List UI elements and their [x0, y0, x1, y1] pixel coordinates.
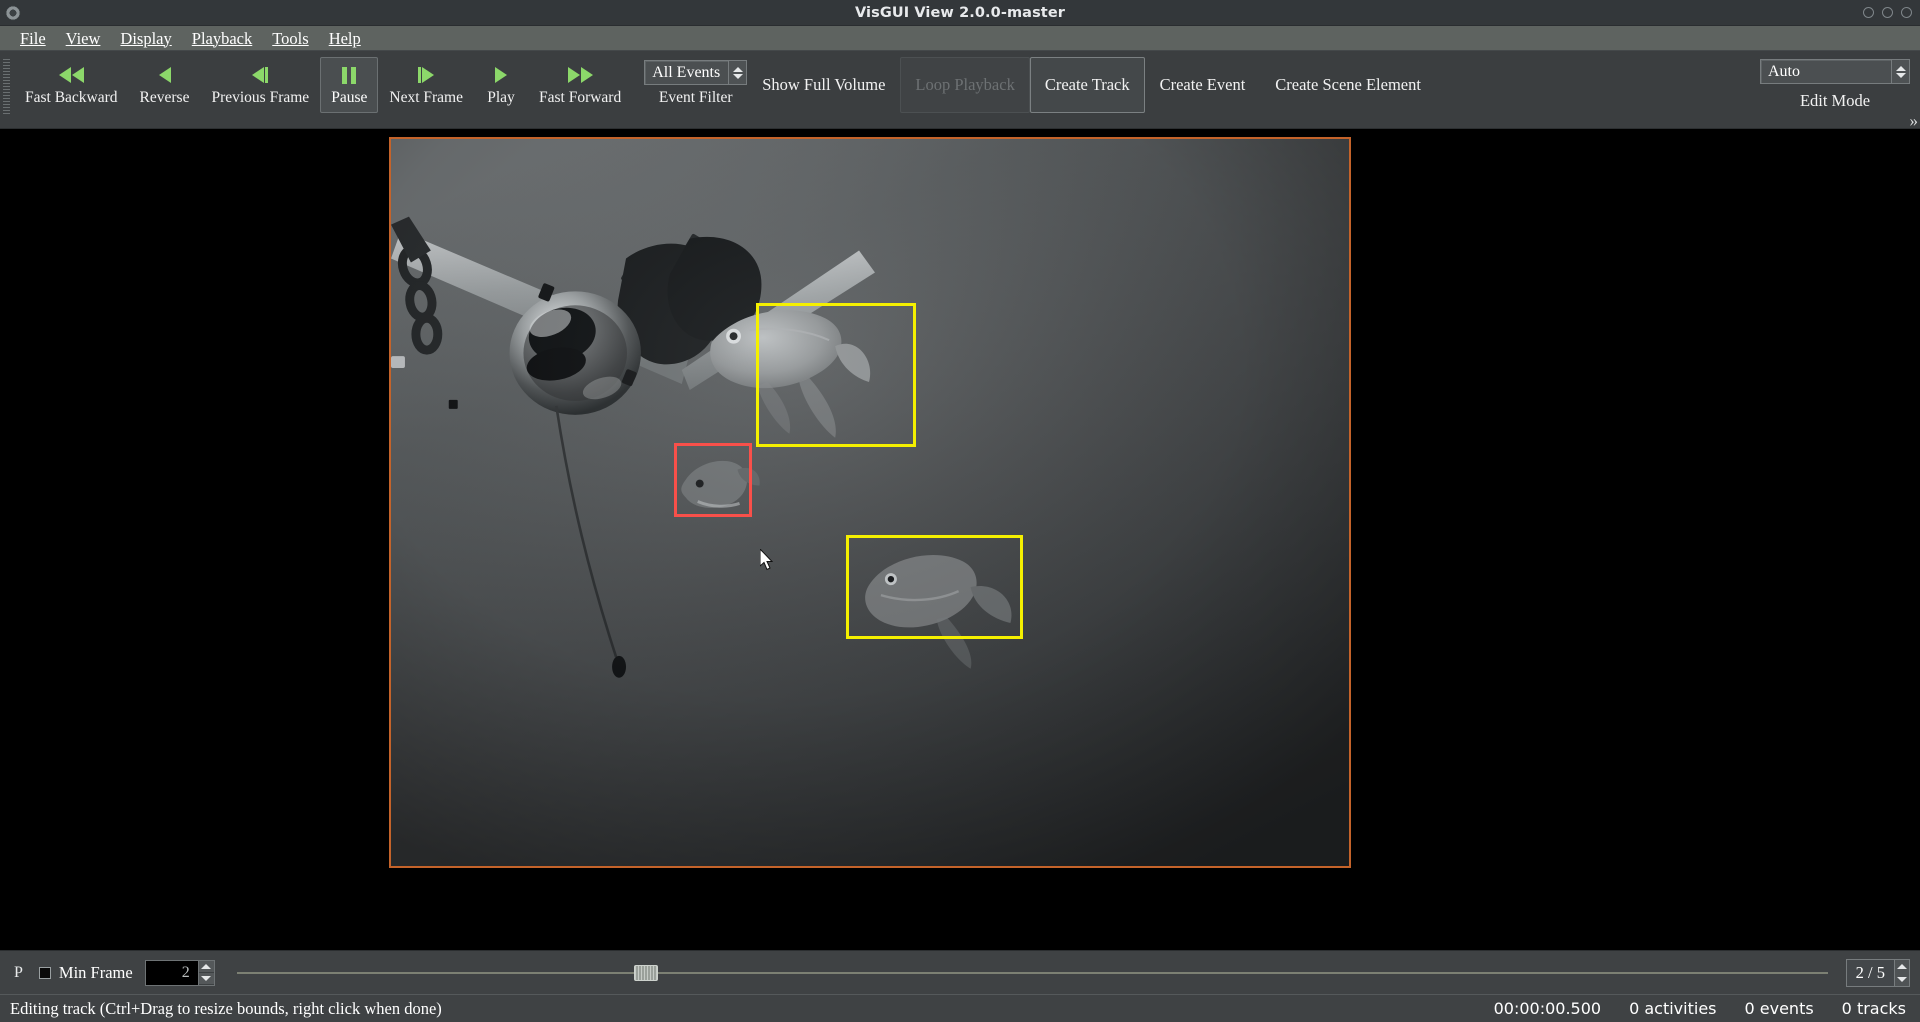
min-frame-checkbox[interactable] — [38, 966, 51, 979]
maximize-button[interactable] — [1882, 7, 1893, 18]
window-title: VisGUI View 2.0.0-master — [854, 4, 1066, 21]
reverse-label: Reverse — [139, 89, 190, 106]
frame-counter-spinbox[interactable]: 2 / 5 — [1845, 958, 1910, 987]
main-toolbar: Fast Backward Reverse Previous Frame Pau… — [0, 51, 1920, 131]
show-full-volume-button[interactable]: Show Full Volume — [747, 57, 900, 113]
mouse-cursor — [760, 549, 774, 571]
fast-forward-icon — [567, 64, 593, 86]
reverse-button[interactable]: Reverse — [129, 57, 201, 113]
pause-button[interactable]: Pause — [320, 57, 379, 113]
create-scene-element-button[interactable]: Create Scene Element — [1260, 57, 1436, 113]
menu-playback-label: Playback — [191, 28, 253, 48]
status-tracks-count: 0 tracks — [1841, 999, 1906, 1018]
chevron-updown-icon[interactable] — [1891, 60, 1909, 83]
toolbar-overflow-icon[interactable]: » — [1910, 111, 1919, 131]
min-frame-spinbox[interactable]: 2 — [144, 959, 215, 986]
p-label: P — [14, 963, 23, 981]
create-event-button[interactable]: Create Event — [1145, 57, 1261, 113]
slider-handle[interactable] — [634, 964, 659, 981]
minimize-button[interactable] — [1863, 7, 1874, 18]
menu-display-label: Display — [120, 28, 172, 48]
window-controls — [1863, 7, 1912, 18]
toolbar-drag-handle[interactable] — [3, 59, 10, 115]
min-frame-stepper[interactable] — [197, 960, 214, 985]
frame-counter-stepper[interactable] — [1894, 959, 1909, 986]
playback-scrub-bar: P Min Frame 2 2 / 5 — [0, 950, 1920, 994]
min-frame-label: Min Frame — [58, 962, 133, 982]
menu-tools-label: Tools — [272, 28, 309, 48]
spinner-arrows-icon[interactable] — [728, 61, 747, 84]
yellow-bounding-box[interactable] — [756, 303, 916, 447]
play-icon — [494, 64, 507, 86]
next-frame-label: Next Frame — [389, 89, 463, 106]
status-timecode: 00:00:00.500 — [1493, 999, 1602, 1018]
previous-frame-label: Previous Frame — [211, 89, 310, 106]
edit-mode-combobox[interactable]: Auto — [1760, 59, 1910, 84]
previous-frame-button[interactable]: Previous Frame — [200, 57, 320, 113]
video-viewport[interactable] — [0, 129, 1920, 950]
status-bar: Editing track (Ctrl+Drag to resize bound… — [0, 994, 1920, 1022]
menu-tools[interactable]: Tools — [262, 26, 318, 51]
fast-backward-icon — [58, 64, 84, 86]
fast-forward-button[interactable]: Fast Forward — [528, 57, 632, 113]
play-label: Play — [487, 89, 515, 106]
yellow-bounding-box[interactable] — [846, 535, 1023, 639]
stepper-up-icon[interactable] — [198, 960, 214, 973]
frame-stepper-up-icon[interactable] — [1895, 959, 1909, 973]
title-bar: VisGUI View 2.0.0-master — [0, 0, 1920, 26]
edit-mode-value: Auto — [1768, 62, 1800, 80]
slider-track — [236, 971, 1828, 974]
frame-stepper-down-icon[interactable] — [1895, 972, 1909, 986]
event-filter-value: All Events — [652, 63, 721, 81]
play-button[interactable]: Play — [474, 57, 528, 113]
event-filter-group: All Events Event Filter — [644, 60, 748, 107]
next-frame-icon — [418, 64, 435, 86]
loop-playback-button: Loop Playback — [900, 57, 1030, 113]
fast-backward-label: Fast Backward — [25, 89, 118, 106]
video-frame[interactable] — [389, 137, 1351, 868]
status-events-count: 0 events — [1744, 999, 1814, 1018]
menu-help-label: Help — [328, 28, 361, 48]
fast-backward-button[interactable]: Fast Backward — [14, 57, 129, 113]
menu-display[interactable]: Display — [110, 26, 181, 51]
status-message: Editing track (Ctrl+Drag to resize bound… — [10, 998, 442, 1018]
min-frame-value[interactable]: 2 — [145, 960, 198, 985]
menu-file-label: File — [20, 28, 46, 48]
edit-mode-label: Edit Mode — [1799, 91, 1871, 110]
edit-mode-group: Auto Edit Mode — [1760, 59, 1910, 111]
menu-playback[interactable]: Playback — [182, 26, 262, 51]
menu-view[interactable]: View — [56, 26, 111, 51]
underwater-video-still — [391, 139, 1349, 866]
menu-view-label: View — [65, 28, 101, 48]
visgui-main-window: VisGUI View 2.0.0-master File View Displ… — [0, 0, 1920, 1022]
frame-counter-value: 2 / 5 — [1855, 962, 1885, 982]
previous-frame-icon — [252, 64, 269, 86]
fast-forward-label: Fast Forward — [538, 89, 622, 106]
pause-label: Pause — [331, 89, 368, 106]
menu-file[interactable]: File — [10, 26, 56, 51]
event-filter-label: Event Filter — [658, 89, 733, 106]
red-bounding-box-selected[interactable] — [674, 443, 752, 517]
menu-help[interactable]: Help — [319, 26, 371, 51]
next-frame-button[interactable]: Next Frame — [378, 57, 474, 113]
close-button[interactable] — [1901, 7, 1912, 18]
reverse-icon — [158, 64, 171, 86]
event-filter-combobox[interactable]: All Events — [644, 60, 748, 85]
status-activities-count: 0 activities — [1629, 999, 1717, 1018]
pause-icon — [342, 64, 357, 86]
status-counters: 00:00:00.500 0 activities 0 events 0 tra… — [1494, 999, 1906, 1018]
menu-bar: File View Display Playback Tools Help — [0, 26, 1920, 51]
frame-slider[interactable] — [236, 960, 1828, 986]
stepper-down-icon[interactable] — [198, 972, 214, 985]
create-track-button[interactable]: Create Track — [1029, 57, 1145, 113]
